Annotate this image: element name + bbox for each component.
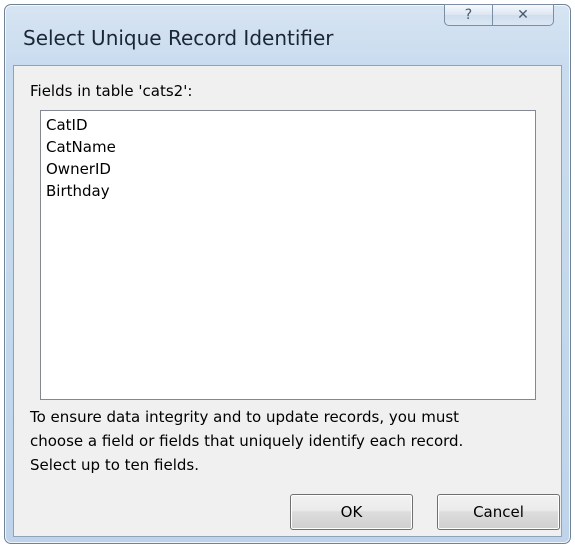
help-button[interactable]: ? bbox=[444, 4, 492, 26]
dialog-title: Select Unique Record Identifier bbox=[23, 26, 334, 50]
close-icon: ✕ bbox=[517, 7, 529, 23]
list-item-catid[interactable]: CatID bbox=[45, 114, 535, 136]
list-item-birthday[interactable]: Birthday bbox=[45, 180, 535, 202]
title-bar[interactable]: Select Unique Record Identifier ? ✕ bbox=[5, 4, 570, 65]
description-line-2: choose a field or fields that uniquely i… bbox=[30, 432, 464, 450]
description-line-3: Select up to ten fields. bbox=[30, 456, 199, 474]
close-button[interactable]: ✕ bbox=[492, 4, 554, 26]
fields-listbox[interactable]: CatID CatName OwnerID Birthday bbox=[40, 110, 536, 400]
ok-button[interactable]: OK bbox=[290, 494, 413, 530]
caption-buttons: ? ✕ bbox=[444, 4, 554, 26]
dialog-window: Select Unique Record Identifier ? ✕ Fiel… bbox=[4, 4, 571, 544]
description-line-1: To ensure data integrity and to update r… bbox=[30, 408, 460, 426]
fields-label: Fields in table 'cats2': bbox=[30, 82, 193, 100]
dialog-body: Fields in table 'cats2': CatID CatName O… bbox=[13, 65, 562, 537]
list-item-catname[interactable]: CatName bbox=[45, 136, 535, 158]
description-text: To ensure data integrity and to update r… bbox=[30, 405, 560, 477]
cancel-button[interactable]: Cancel bbox=[437, 494, 560, 530]
help-icon: ? bbox=[464, 7, 473, 23]
list-item-ownerid[interactable]: OwnerID bbox=[45, 158, 535, 180]
